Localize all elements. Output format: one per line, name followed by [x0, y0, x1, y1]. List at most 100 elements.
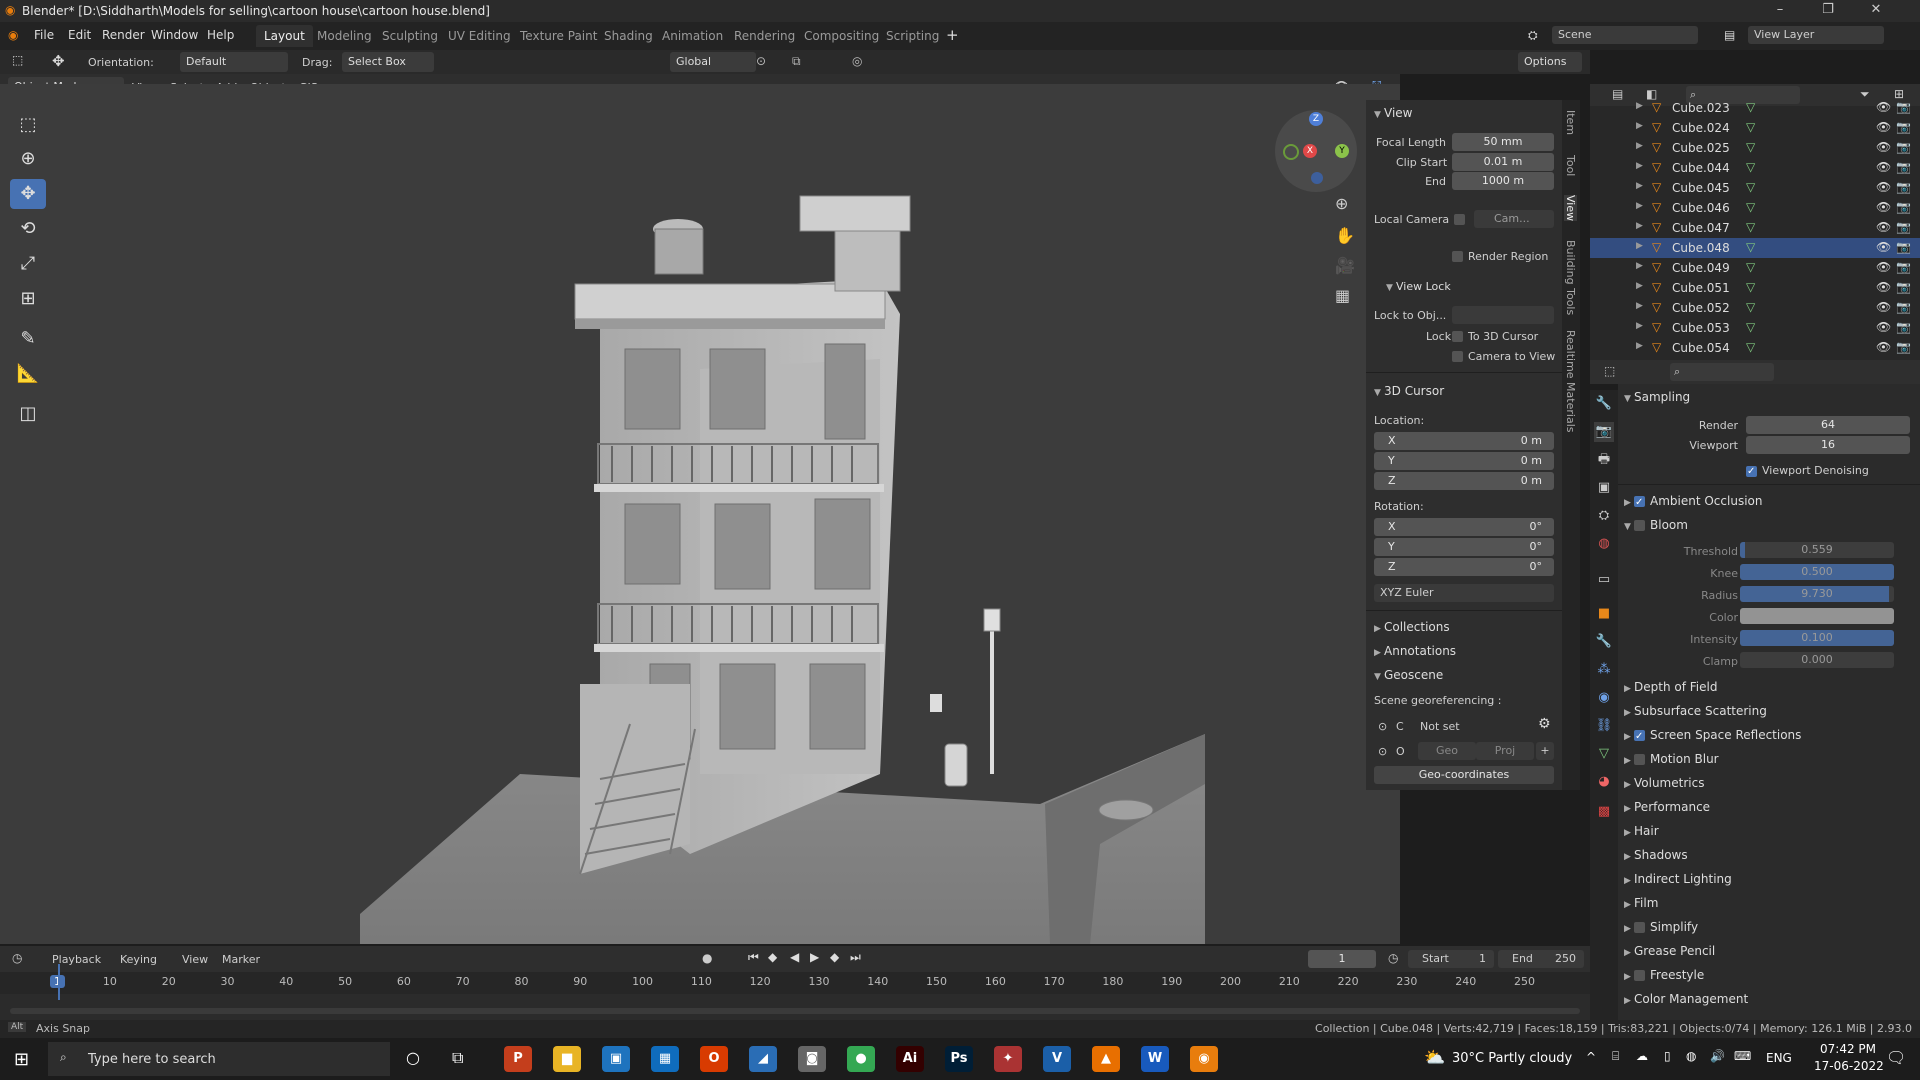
render-panel-indirect-lighting[interactable]: ▶ Indirect Lighting: [1624, 872, 1732, 886]
outliner-row[interactable]: ▶ ▽ Cube.044 ▽ 👁 📷: [1590, 158, 1920, 178]
visibility-eye-icon[interactable]: 👁: [1876, 280, 1891, 294]
render-samples-field[interactable]: 64: [1746, 416, 1910, 434]
view-section-header[interactable]: ▼ View: [1374, 106, 1412, 120]
tab-layout[interactable]: Layout: [256, 25, 313, 47]
viewport-denoising-checkbox[interactable]: Viewport Denoising: [1746, 464, 1869, 477]
outliner-row[interactable]: ▶ ▽ Cube.051 ▽ 👁 📷: [1590, 278, 1920, 298]
snap-icon[interactable]: ⧉: [792, 54, 801, 69]
outliner-row[interactable]: ▶ ▽ Cube.046 ▽ 👁 📷: [1590, 198, 1920, 218]
visibility-eye-icon[interactable]: 👁: [1876, 240, 1891, 254]
rotation-mode-dropdown[interactable]: XYZ Euler: [1374, 584, 1554, 602]
battery-icon[interactable]: ▯: [1664, 1049, 1671, 1063]
sampling-section-header[interactable]: ▼ Sampling: [1624, 390, 1690, 404]
geo-button[interactable]: Geo: [1418, 742, 1476, 760]
visibility-eye-icon[interactable]: 👁: [1876, 220, 1891, 234]
options-dropdown[interactable]: Options: [1518, 52, 1582, 72]
current-frame-field[interactable]: 1: [1308, 950, 1376, 968]
particles-props-tab-icon[interactable]: ⁂: [1594, 660, 1614, 680]
file-explorer-taskbar-icon[interactable]: ▆: [553, 1046, 581, 1072]
cursor-rotation-z[interactable]: Z 0°: [1374, 558, 1554, 576]
transform-tool-icon[interactable]: ⊞: [10, 284, 46, 314]
outliner-row-label[interactable]: Cube.044: [1672, 161, 1730, 175]
cursor-location-y[interactable]: Y0 m: [1374, 452, 1554, 470]
outliner-row-label[interactable]: Cube.048: [1672, 241, 1730, 255]
timeline-menu-view[interactable]: View: [182, 953, 208, 966]
tab-modeling[interactable]: Modeling: [309, 25, 380, 47]
outliner-row-label[interactable]: Cube.045: [1672, 181, 1730, 195]
outliner-row[interactable]: ▶ ▽ Cube.054 ▽ 👁 📷: [1590, 338, 1920, 358]
local-camera-field[interactable]: Cam...: [1474, 210, 1554, 228]
tab-shading[interactable]: Shading: [596, 25, 661, 47]
properties-editor-icon[interactable]: ⬚: [1604, 364, 1615, 378]
geoscene-section-header[interactable]: ▼ Geoscene: [1374, 668, 1443, 682]
jump-end-icon[interactable]: ⏭: [850, 950, 861, 965]
render-camera-icon[interactable]: 📷: [1896, 160, 1911, 174]
notifications-icon[interactable]: 🗨: [1886, 1048, 1906, 1067]
gizmo-y-axis[interactable]: Y: [1335, 144, 1349, 158]
select-box-tool-icon[interactable]: ⬚: [10, 110, 46, 140]
focal-length-field[interactable]: 50 mm: [1452, 133, 1554, 151]
play-reverse-icon[interactable]: ◀: [790, 950, 799, 964]
c-radio-icon[interactable]: ⊙: [1378, 720, 1387, 733]
tray-chevron-icon[interactable]: ^: [1586, 1050, 1596, 1064]
expand-arrow-icon[interactable]: ▶: [1636, 101, 1643, 111]
to-3d-cursor-checkbox[interactable]: To 3D Cursor: [1452, 330, 1538, 343]
task-view-icon[interactable]: ⧉: [452, 1048, 463, 1068]
jump-start-icon[interactable]: ⏮: [748, 950, 759, 965]
expand-arrow-icon[interactable]: ▶: [1636, 201, 1643, 211]
taskbar-search-box[interactable]: ⌕ Type here to search: [48, 1042, 390, 1076]
scene-props-tab-icon[interactable]: ⛭: [1594, 506, 1614, 526]
visibility-eye-icon[interactable]: 👁: [1876, 340, 1891, 354]
add-cube-tool-icon[interactable]: ◫: [10, 399, 46, 429]
outliner-row[interactable]: ▶ ▽ Cube.049 ▽ 👁 📷: [1590, 258, 1920, 278]
render-panel-subsurface-scattering[interactable]: ▶ Subsurface Scattering: [1624, 704, 1767, 718]
gizmo-x-axis[interactable]: X: [1303, 144, 1317, 158]
photoshop-taskbar-icon[interactable]: Ps: [945, 1046, 973, 1072]
scene-selector[interactable]: Scene: [1552, 26, 1698, 44]
expand-arrow-icon[interactable]: ▶: [1636, 261, 1643, 271]
editor-type-icon[interactable]: ⬚: [12, 53, 23, 67]
next-keyframe-icon[interactable]: ◆: [830, 950, 839, 964]
drag-dropdown[interactable]: Select Box: [342, 52, 434, 72]
proportional-edit-icon[interactable]: ◎: [852, 54, 862, 68]
close-icon[interactable]: ✕: [1856, 2, 1896, 17]
perspective-grid-icon[interactable]: ▦: [1335, 286, 1350, 305]
outliner-row-label[interactable]: Cube.024: [1672, 121, 1730, 135]
transform-orientation-dropdown[interactable]: Global: [670, 52, 756, 72]
render-props-tab-icon[interactable]: 📷: [1594, 422, 1614, 442]
3d-cursor-section-header[interactable]: ▼ 3D Cursor: [1374, 384, 1444, 398]
annotations-section-header[interactable]: ▶ Annotations: [1374, 644, 1456, 658]
tab-rendering[interactable]: Rendering: [726, 25, 803, 47]
measure-tool-icon[interactable]: 📐: [10, 359, 46, 389]
lock-to-object-field[interactable]: [1452, 306, 1554, 324]
local-camera-checkbox[interactable]: [1454, 214, 1465, 225]
outliner-row-label[interactable]: Cube.053: [1672, 321, 1730, 335]
bloom-field-slider[interactable]: 9.730: [1740, 586, 1894, 602]
outliner-row-label[interactable]: Cube.025: [1672, 141, 1730, 155]
bloom-field-slider[interactable]: 0.500: [1740, 564, 1894, 580]
preview-range-icon[interactable]: ◷: [1388, 951, 1398, 965]
output-props-tab-icon[interactable]: 🖶: [1594, 450, 1614, 470]
gizmo-neg-z[interactable]: [1311, 172, 1323, 184]
properties-search-input[interactable]: ⌕: [1670, 363, 1774, 381]
view-layer-props-tab-icon[interactable]: ▣: [1594, 478, 1614, 498]
prev-keyframe-icon[interactable]: ◆: [768, 950, 777, 964]
illustrator-taskbar-icon[interactable]: Ai: [896, 1046, 924, 1072]
outliner-row[interactable]: ▶ ▽ Cube.048 ▽ 👁 📷: [1590, 238, 1920, 258]
vlc-taskbar-icon[interactable]: ▲: [1092, 1046, 1120, 1072]
outliner-row[interactable]: ▶ ▽ Cube.023 ▽ 👁 📷: [1590, 98, 1920, 118]
tab-view[interactable]: View: [1564, 195, 1577, 222]
render-camera-icon[interactable]: 📷: [1896, 280, 1911, 294]
render-camera-icon[interactable]: 📷: [1896, 220, 1911, 234]
expand-arrow-icon[interactable]: ▶: [1636, 161, 1643, 171]
collections-section-header[interactable]: ▶ Collections: [1374, 620, 1450, 634]
clip-end-field[interactable]: 1000 m: [1452, 172, 1554, 190]
expand-arrow-icon[interactable]: ▶: [1636, 221, 1643, 231]
render-camera-icon[interactable]: 📷: [1896, 260, 1911, 274]
outliner-row-label[interactable]: Cube.054: [1672, 341, 1730, 355]
o-radio-icon[interactable]: ⊙: [1378, 745, 1387, 758]
powerpoint-taskbar-icon[interactable]: P: [504, 1046, 532, 1072]
tab-animation[interactable]: Animation: [654, 25, 731, 47]
camera-view-icon[interactable]: 🎥: [1335, 256, 1355, 275]
volume-icon[interactable]: 🔊: [1710, 1049, 1725, 1063]
